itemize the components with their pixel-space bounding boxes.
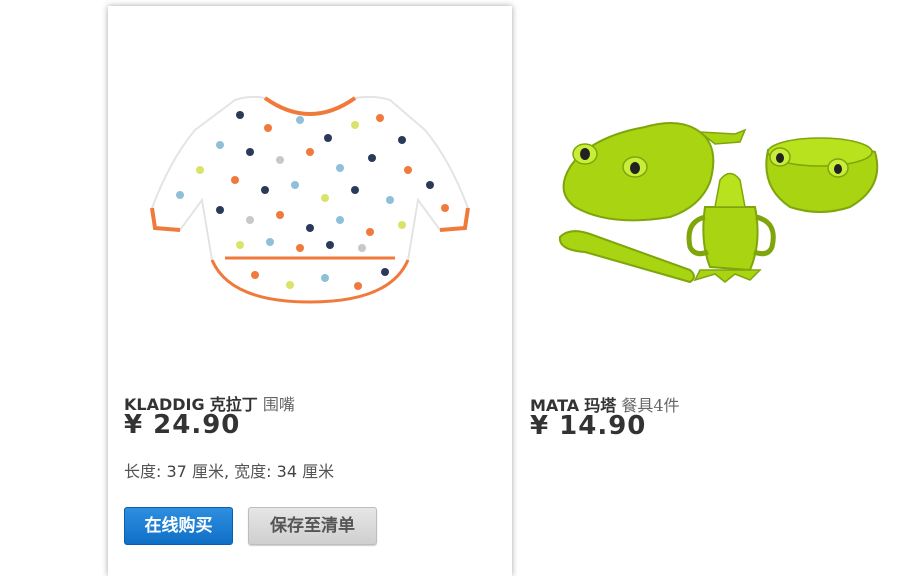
dims-width-label: 宽度 — [234, 462, 267, 481]
dims-unit: 厘米 — [302, 462, 335, 481]
product-description: 围嘴 — [262, 395, 295, 414]
product-image-kladdig-bib[interactable] — [140, 90, 480, 310]
dims-length-label: 长度 — [124, 462, 157, 481]
product-image-mata-dinnerware[interactable] — [550, 112, 890, 292]
dims-unit: 厘米 — [191, 462, 224, 481]
dims-width-value: 34 — [276, 462, 297, 481]
dims-length-value: 37 — [166, 462, 187, 481]
buy-online-button[interactable]: 在线购买 — [124, 507, 233, 545]
product-dimensions: 长度: 37 厘米, 宽度: 34 厘米 — [124, 462, 335, 481]
product-price: ¥ 14.90 — [530, 411, 647, 441]
product-price: ¥ 24.90 — [124, 410, 241, 440]
save-to-list-button[interactable]: 保存至清单 — [248, 507, 377, 545]
